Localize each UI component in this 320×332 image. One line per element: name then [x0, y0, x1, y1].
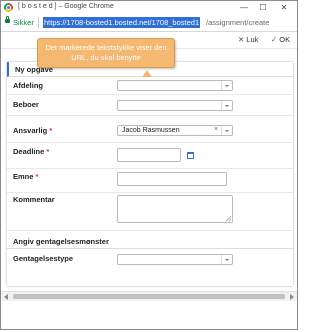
- kommentar-textarea[interactable]: [117, 195, 233, 223]
- close-icon: ✕: [238, 35, 245, 44]
- maximize-button[interactable]: ☐: [256, 2, 270, 13]
- deadline-input[interactable]: [117, 148, 181, 162]
- gentagelsestype-label: Gentagelsestype: [13, 254, 74, 263]
- minimize-button[interactable]: —: [237, 2, 251, 13]
- form-panel: Ny opgave Afdeling Beboer Ansvarlig * Ja…: [7, 62, 293, 286]
- beboer-select[interactable]: [117, 100, 233, 111]
- callout-tooltip: Det markerede tekststykke viser den URL,…: [37, 38, 175, 77]
- row-afdeling: Afdeling: [7, 77, 293, 95]
- afdeling-select[interactable]: [117, 80, 233, 91]
- title-bar: [ b o s t e d ] – Google Chrome — ☐ ✕: [1, 1, 297, 15]
- required-mark: *: [49, 126, 53, 135]
- scroll-right-icon[interactable]: [290, 294, 294, 300]
- deadline-label: Deadline *: [13, 147, 49, 156]
- callout-arrow: [142, 70, 152, 77]
- chrome-icon: [4, 3, 13, 12]
- row-kommentar: Kommentar: [7, 193, 293, 231]
- required-mark: *: [46, 147, 50, 156]
- row-beboer: Beboer: [7, 95, 293, 116]
- ansvarlig-select[interactable]: Jacob Rasmussen ×: [117, 125, 233, 136]
- address-bar[interactable]: Sikker https://1708-bosted1.bosted.net/1…: [1, 15, 297, 32]
- resize-grip-icon[interactable]: [226, 216, 231, 221]
- afdeling-label: Afdeling: [13, 81, 43, 90]
- url-path-text[interactable]: /assignment/create: [206, 17, 269, 28]
- emne-label: Emne *: [13, 172, 38, 181]
- secure-label: Sikker: [13, 18, 34, 27]
- row-deadline: Deadline *: [7, 143, 293, 169]
- check-icon: ✓: [271, 35, 278, 44]
- emne-input[interactable]: [117, 172, 227, 186]
- section-header-repeat: Angiv gentagelsesmønster: [7, 234, 293, 249]
- close-window-button[interactable]: ✕: [277, 2, 291, 13]
- row-gentagelsestype: Gentagelsestype: [7, 249, 293, 267]
- kommentar-label: Kommentar: [13, 195, 55, 204]
- address-separator: [38, 17, 39, 28]
- gentagelsestype-select[interactable]: [117, 254, 233, 265]
- ansvarlig-value: Jacob Rasmussen: [122, 127, 180, 134]
- chevron-down-icon: [221, 126, 232, 135]
- row-ansvarlig: Ansvarlig * Jacob Rasmussen ×: [7, 116, 293, 143]
- required-mark: *: [35, 172, 39, 181]
- ok-label: OK: [279, 35, 291, 44]
- url-selected-text[interactable]: https://1708-bosted1.bosted.net/1708_bos…: [43, 17, 201, 28]
- lock-icon: [5, 16, 10, 23]
- ok-button[interactable]: ✓ OK: [271, 35, 290, 44]
- calendar-icon[interactable]: [187, 152, 194, 159]
- deadline-text: Deadline: [13, 147, 45, 156]
- chevron-down-icon: [221, 255, 232, 264]
- emne-text: Emne: [13, 172, 34, 181]
- scroll-left-icon[interactable]: [4, 294, 8, 300]
- clear-icon[interactable]: ×: [214, 126, 218, 133]
- beboer-label: Beboer: [13, 100, 39, 109]
- row-emne: Emne *: [7, 169, 293, 193]
- callout-line-2: URL, du skal benytte: [71, 53, 141, 62]
- callout-line-1: Det markerede tekststykke viser den: [45, 43, 167, 52]
- repeat-section-title: Angiv gentagelsesmønster: [13, 237, 109, 246]
- close-page-label: Luk: [246, 35, 259, 44]
- ansvarlig-text: Ansvarlig: [13, 126, 48, 135]
- browser-window: [ b o s t e d ] – Google Chrome — ☐ ✕ Si…: [0, 0, 298, 330]
- ansvarlig-label: Ansvarlig *: [13, 126, 52, 135]
- chevron-down-icon: [221, 101, 232, 110]
- close-page-button[interactable]: ✕ Luk: [238, 35, 258, 44]
- horizontal-scrollbar[interactable]: [1, 291, 297, 301]
- window-title: [ b o s t e d ] – Google Chrome: [18, 3, 114, 10]
- scrollbar-thumb[interactable]: [13, 294, 285, 299]
- chevron-down-icon: [221, 81, 232, 90]
